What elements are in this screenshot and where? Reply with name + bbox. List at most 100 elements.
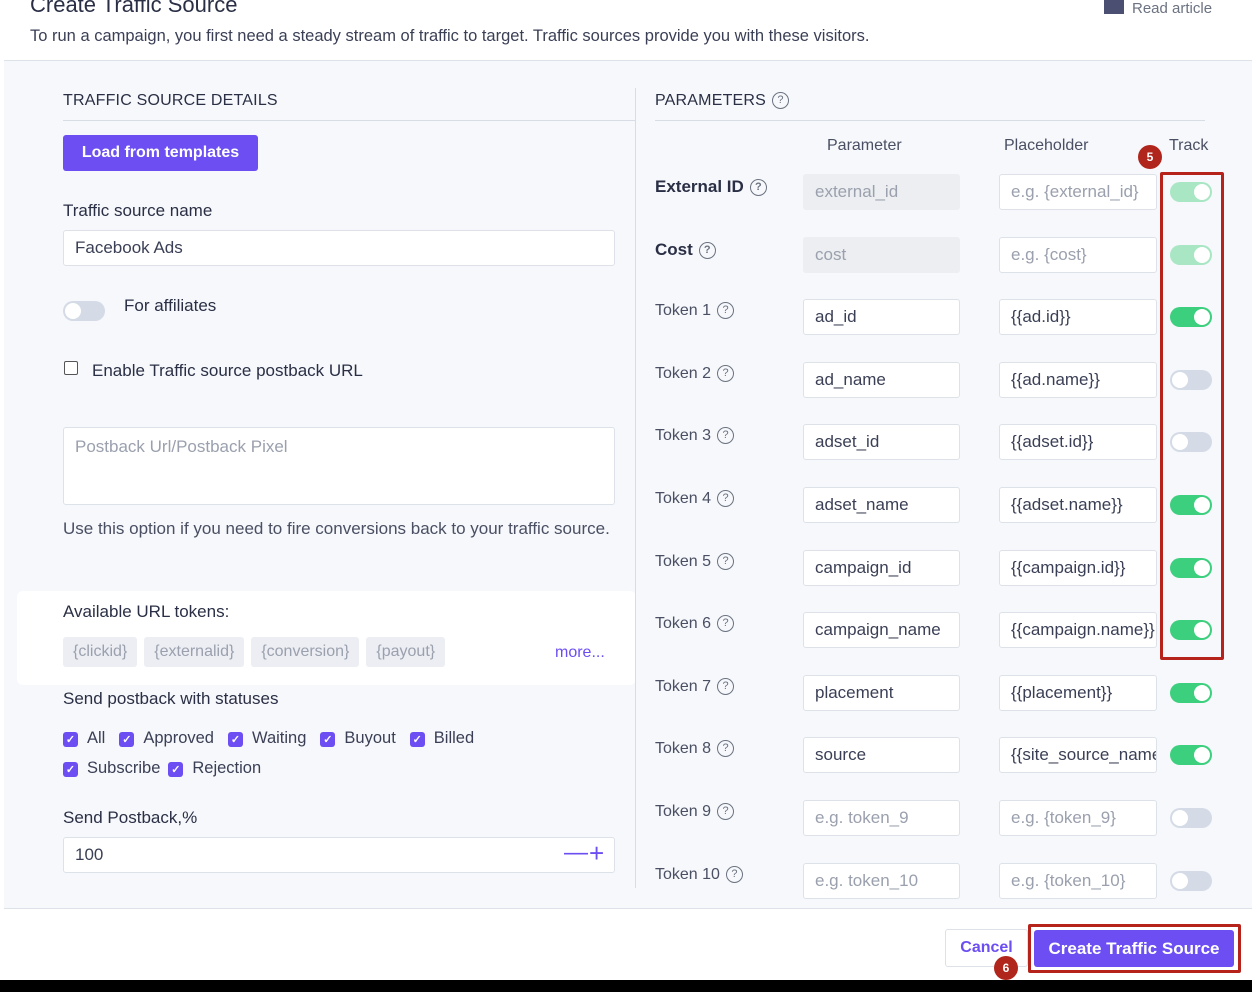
token-chips: {clickid} {externalid} {conversion} {pay… bbox=[63, 637, 446, 667]
placeholder-input[interactable]: {{adset.name}} bbox=[999, 487, 1157, 523]
row-label: External ID? bbox=[655, 177, 767, 197]
parameter-input[interactable]: cost bbox=[803, 236, 960, 273]
details-section-title: TRAFFIC SOURCE DETAILS bbox=[63, 92, 278, 109]
status-rejection[interactable]: ✓ Rejection bbox=[168, 759, 261, 778]
parameter-input[interactable]: e.g. token_9 bbox=[803, 800, 960, 836]
status-waiting[interactable]: ✓ Waiting bbox=[227, 729, 306, 748]
page-title: Create Traffic Source bbox=[30, 0, 238, 17]
annotation-track-box bbox=[1160, 172, 1224, 660]
check-icon: ✓ bbox=[63, 732, 78, 747]
token-chip[interactable]: {payout} bbox=[366, 637, 446, 667]
check-icon: ✓ bbox=[63, 762, 78, 777]
parameter-input[interactable]: external_id bbox=[803, 174, 960, 210]
parameter-input[interactable]: campaign_id bbox=[803, 549, 960, 586]
postback-help-text: Use this option if you need to fire conv… bbox=[63, 519, 610, 538]
track-toggle[interactable] bbox=[1170, 808, 1212, 828]
placeholder-input[interactable]: {{ad.id}} bbox=[999, 299, 1157, 336]
col-track: Track bbox=[1169, 137, 1209, 154]
minus-button[interactable]: — bbox=[564, 839, 588, 867]
row-label-text: Cost bbox=[655, 239, 693, 259]
parameter-input[interactable]: source bbox=[803, 737, 960, 774]
load-templates-button[interactable]: Load from templates bbox=[63, 135, 258, 171]
row-label: Token 6? bbox=[655, 615, 735, 633]
track-toggle[interactable] bbox=[1170, 870, 1212, 891]
row-label: Token 9? bbox=[655, 803, 735, 821]
help-icon[interactable]: ? bbox=[717, 427, 735, 445]
row-label-text: External ID bbox=[655, 177, 744, 196]
row-label: Cost? bbox=[655, 240, 716, 260]
parameter-input[interactable]: campaign_name bbox=[803, 612, 960, 649]
placeholder-input[interactable]: {{campaign.id}} bbox=[999, 549, 1157, 586]
parameter-input[interactable]: adset_id bbox=[803, 424, 960, 461]
status-all[interactable]: ✓ All bbox=[63, 729, 105, 748]
help-icon[interactable]: ? bbox=[717, 740, 735, 758]
placeholder-input[interactable]: {{site_source_name}} bbox=[999, 737, 1157, 774]
traffic-source-name-input[interactable]: Facebook Ads bbox=[63, 230, 615, 266]
statuses-label: Send postback with statuses bbox=[63, 689, 279, 708]
book-icon bbox=[1104, 0, 1124, 14]
help-icon[interactable]: ? bbox=[717, 677, 735, 695]
affiliates-toggle[interactable] bbox=[63, 301, 105, 321]
help-icon[interactable]: ? bbox=[717, 302, 735, 320]
placeholder-input[interactable]: {{campaign.name}} bbox=[999, 612, 1157, 649]
page-subtitle: To run a campaign, you first need a stea… bbox=[30, 27, 870, 45]
annotation-badge: 6 bbox=[994, 956, 1018, 980]
col-parameter: Parameter bbox=[827, 137, 902, 154]
row-label-text: Token 2 bbox=[655, 364, 712, 382]
placeholder-input[interactable]: e.g. {token_9} bbox=[999, 800, 1157, 836]
placeholder-input[interactable]: {{placement}} bbox=[999, 674, 1157, 711]
track-toggle[interactable] bbox=[1170, 745, 1212, 766]
placeholder-input[interactable]: e.g. {cost} bbox=[999, 236, 1157, 273]
parameter-input[interactable]: ad_id bbox=[803, 299, 960, 336]
row-label-text: Token 1 bbox=[655, 302, 712, 320]
check-icon: ✓ bbox=[409, 732, 425, 747]
divider bbox=[655, 120, 1205, 121]
help-icon[interactable]: ? bbox=[698, 241, 716, 259]
plus-button[interactable]: + bbox=[589, 838, 604, 869]
postback-url-textarea[interactable]: Postback Url/Postback Pixel bbox=[63, 427, 615, 505]
parameter-input[interactable]: e.g. token_10 bbox=[803, 862, 960, 899]
help-icon[interactable]: ? bbox=[717, 364, 735, 382]
percent-label: Send Postback,% bbox=[63, 808, 198, 827]
check-icon: ✓ bbox=[119, 732, 135, 747]
column-divider bbox=[635, 88, 636, 888]
track-toggle[interactable] bbox=[1170, 682, 1212, 703]
help-icon[interactable]: ? bbox=[717, 490, 735, 507]
token-chip[interactable]: {conversion} bbox=[251, 637, 360, 667]
status-label: Subscribe bbox=[87, 759, 161, 777]
token-chip[interactable]: {clickid} bbox=[63, 637, 138, 667]
percent-input[interactable]: 100 bbox=[63, 837, 615, 873]
check-icon: ✓ bbox=[227, 732, 243, 747]
row-label: Token 4? bbox=[655, 490, 735, 508]
parameter-input[interactable]: placement bbox=[803, 674, 960, 711]
postback-checkbox[interactable] bbox=[64, 361, 78, 375]
row-label-text: Token 8 bbox=[655, 740, 712, 758]
status-approved[interactable]: ✓ Approved bbox=[119, 729, 214, 748]
parameter-input[interactable]: adset_name bbox=[803, 487, 960, 523]
parameter-input[interactable]: ad_name bbox=[803, 361, 960, 398]
status-billed[interactable]: ✓ Billed bbox=[409, 729, 475, 748]
more-tokens-link[interactable]: more... bbox=[555, 644, 605, 662]
read-article-link[interactable]: Read article bbox=[1104, 0, 1212, 17]
help-icon[interactable]: ? bbox=[717, 615, 735, 633]
statuses-row-2: ✓ Subscribe ✓ Rejection bbox=[63, 759, 261, 778]
help-icon[interactable]: ? bbox=[717, 803, 735, 820]
placeholder-input[interactable]: {{ad.name}} bbox=[999, 361, 1157, 398]
token-chip[interactable]: {externalid} bbox=[144, 637, 245, 667]
status-subscribe[interactable]: ✓ Subscribe bbox=[63, 759, 160, 778]
placeholder-input[interactable]: e.g. {token_10} bbox=[999, 862, 1157, 899]
create-traffic-source-button[interactable]: Create Traffic Source bbox=[1034, 930, 1234, 967]
placeholder-input[interactable]: {{adset.id}} bbox=[999, 424, 1157, 461]
row-label-text: Token 7 bbox=[655, 677, 712, 695]
help-icon[interactable]: ? bbox=[772, 92, 790, 109]
help-icon[interactable]: ? bbox=[725, 865, 743, 883]
affiliates-label: For affiliates bbox=[124, 296, 217, 315]
placeholder-input[interactable]: e.g. {external_id} bbox=[999, 174, 1157, 210]
status-label: Billed bbox=[433, 729, 475, 747]
help-icon[interactable]: ? bbox=[717, 552, 735, 570]
check-icon: ✓ bbox=[168, 762, 184, 777]
percent-value: 100 bbox=[75, 845, 104, 864]
status-buyout[interactable]: ✓ Buyout bbox=[320, 729, 396, 748]
divider bbox=[63, 120, 636, 121]
help-icon[interactable]: ? bbox=[749, 179, 767, 196]
